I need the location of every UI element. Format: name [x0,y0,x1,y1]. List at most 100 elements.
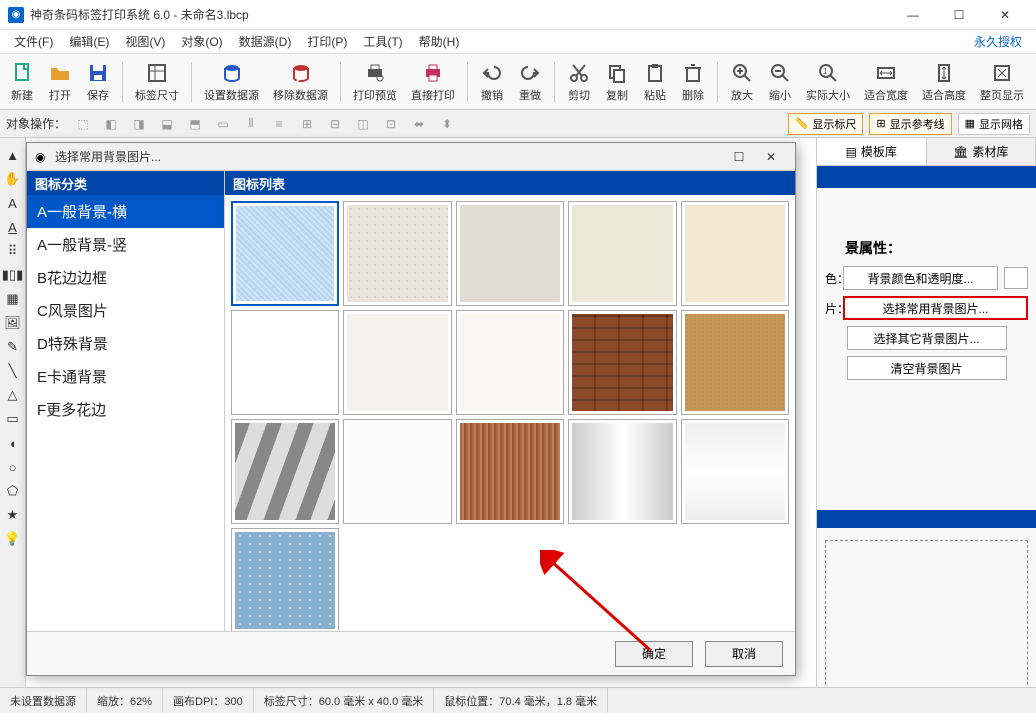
draw-tool-icon[interactable]: ✎ [4,338,22,356]
menu-item[interactable]: 数据源(D) [231,31,300,52]
menu-item[interactable]: 帮助(H) [411,31,468,52]
ellipse-tool-icon[interactable]: ○ [4,458,22,476]
op-icon[interactable]: ⬓ [158,115,176,133]
toolbar-undo[interactable]: 撤销 [474,59,510,105]
triangle-tool-icon[interactable]: △ [4,386,22,404]
tab-template-icon[interactable]: ▤模板库 [817,138,927,165]
thumbnail-item[interactable] [456,201,564,306]
property-button[interactable]: 背景颜色和透明度... [843,266,998,290]
rect-tool-icon[interactable]: ▭ [4,410,22,428]
toolbar-zoom-actual[interactable]: 1实际大小 [800,59,856,105]
op-icon[interactable]: ⊟ [326,115,344,133]
dialog-maximize-button[interactable]: ☐ [723,145,755,169]
category-item[interactable]: F更多花边 [27,393,224,426]
thumbnail-item[interactable] [231,419,339,524]
thumbnail-item[interactable] [231,528,339,631]
toggle-guides-icon[interactable]: ⊞显示参考线 [869,113,951,135]
tab-assets-icon[interactable]: 🏛素材库 [927,138,1036,165]
category-item[interactable]: C风景图片 [27,294,224,327]
op-icon[interactable]: ≡ [270,115,288,133]
license-label[interactable]: 永久授权 [966,31,1030,52]
category-item[interactable]: B花边边框 [27,261,224,294]
color-swatch[interactable] [1004,267,1028,289]
qr-tool-icon[interactable]: ▦ [4,290,22,308]
op-icon[interactable]: ⬌ [410,115,428,133]
toolbar-redo[interactable]: 重做 [512,59,548,105]
close-button[interactable]: ✕ [982,0,1028,30]
category-item[interactable]: D特殊背景 [27,327,224,360]
op-icon[interactable]: ◨ [130,115,148,133]
op-icon[interactable]: ⬍ [438,115,456,133]
category-item[interactable]: A一般背景-横 [27,195,224,228]
scatter-tool-icon[interactable]: ⠿ [4,242,22,260]
property-button[interactable]: 选择其它背景图片... [847,326,1007,350]
toolbar-delete[interactable]: 删除 [675,59,711,105]
menu-item[interactable]: 文件(F) [6,31,61,52]
toggle-grid-icon[interactable]: ▦显示网格 [958,113,1030,135]
menu-item[interactable]: 视图(V) [117,31,173,52]
toolbar-cut[interactable]: 剪切 [561,59,597,105]
toolbar-resize[interactable]: 标签尺寸 [129,59,185,105]
hand-tool-icon[interactable]: ✋ [4,170,22,188]
toolbar-save[interactable]: 保存 [80,59,116,105]
text-tool-icon[interactable]: A [4,194,22,212]
barcode-tool-icon[interactable]: ▮▯▮ [4,266,22,284]
toolbar-paste[interactable]: 粘贴 [637,59,673,105]
toolbar-print[interactable]: 直接打印 [405,59,461,105]
toggle-ruler-icon[interactable]: 📏显示标尺 [788,113,864,135]
thumbnail-item[interactable] [681,419,789,524]
star-tool-icon[interactable]: ★ [4,506,22,524]
category-item[interactable]: E卡通背景 [27,360,224,393]
toolbar-zoom-out[interactable]: 缩小 [762,59,798,105]
op-icon[interactable]: ▭ [214,115,232,133]
underline-tool-icon[interactable]: A [4,218,22,236]
thumbnail-item[interactable] [568,310,676,415]
toolbar-fit-page[interactable]: 整页显示 [974,59,1030,105]
toolbar-folder-open[interactable]: 打开 [42,59,78,105]
toolbar-zoom-in[interactable]: 放大 [724,59,760,105]
minimize-button[interactable]: ― [890,0,936,30]
toolbar-fit-height[interactable]: 适合高度 [916,59,972,105]
op-icon[interactable]: ◧ [102,115,120,133]
toolbar-copy[interactable]: 复制 [599,59,635,105]
property-button[interactable]: 清空背景图片 [847,356,1007,380]
op-icon[interactable]: ⬚ [74,115,92,133]
menu-item[interactable]: 对象(O) [173,31,230,52]
toolbar-file-new[interactable]: 新建 [4,59,40,105]
image-tool-icon[interactable]: 🖼 [4,314,22,332]
menu-item[interactable]: 编辑(E) [61,31,117,52]
thumbnail-item[interactable] [568,419,676,524]
menu-item[interactable]: 打印(P) [299,31,355,52]
toolbar-fit-width[interactable]: 适合宽度 [858,59,914,105]
bulb-tool-icon[interactable]: 💡 [4,530,22,548]
ok-button[interactable]: 确定 [615,641,693,667]
toolbar-print-preview[interactable]: 打印预览 [347,59,403,105]
property-button[interactable]: 选择常用背景图片... [843,296,1028,320]
thumbnail-item[interactable] [343,310,451,415]
thumbnail-item[interactable] [343,201,451,306]
thumbnail-item[interactable] [568,201,676,306]
menu-item[interactable]: 工具(T) [355,31,410,52]
thumbnail-item[interactable] [231,310,339,415]
thumbnail-item[interactable] [681,201,789,306]
dialog-close-button[interactable]: ✕ [755,145,787,169]
cancel-button[interactable]: 取消 [705,641,783,667]
op-icon[interactable]: ⊡ [382,115,400,133]
thumbnail-item[interactable] [456,419,564,524]
op-icon[interactable]: ⬒ [186,115,204,133]
op-icon[interactable]: ⊞ [298,115,316,133]
thumbnail-item[interactable] [343,419,451,524]
thumbnail-item[interactable] [231,201,339,306]
maximize-button[interactable]: ☐ [936,0,982,30]
category-item[interactable]: A一般背景-竖 [27,228,224,261]
thumbnail-item[interactable] [456,310,564,415]
op-icon[interactable]: ◫ [354,115,372,133]
op-icon[interactable]: ⫴ [242,115,260,133]
polygon-tool-icon[interactable]: ⬠ [4,482,22,500]
toolbar-db-set[interactable]: 设置数据源 [198,59,265,105]
line-tool-icon[interactable]: ╲ [4,362,22,380]
pointer-tool-icon[interactable]: ▲ [4,146,22,164]
toolbar-db-remove[interactable]: 移除数据源 [267,59,334,105]
round-rect-tool-icon[interactable]: ◖ [4,434,22,452]
thumbnail-item[interactable] [681,310,789,415]
